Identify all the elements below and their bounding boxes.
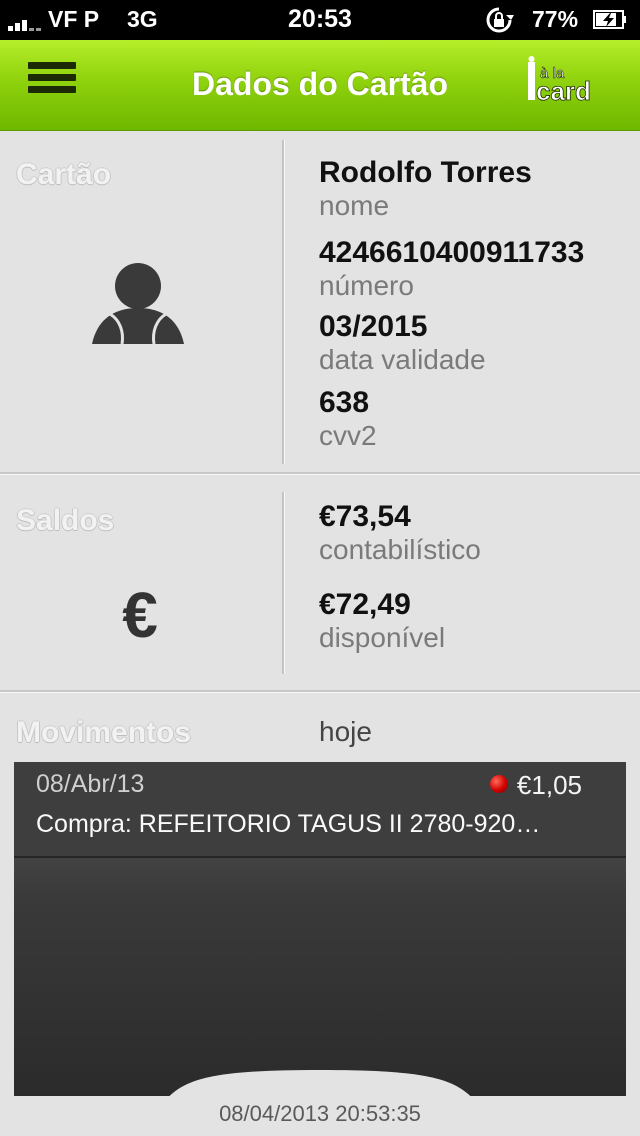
movements-list[interactable]: 08/Abr/13 €1,05 Compra: REFEITORIO TAGUS… xyxy=(14,762,626,1096)
accounting-balance-caption: contabilístico xyxy=(319,534,481,565)
battery-charging-icon xyxy=(593,10,626,29)
card-expiry: 03/2015 xyxy=(319,310,428,343)
available-balance: €72,49 xyxy=(319,588,411,621)
balances-section-label: Saldos xyxy=(16,504,115,537)
card-holder-name: Rodolfo Torres xyxy=(319,156,532,189)
battery-percent: 77% xyxy=(532,6,579,32)
nav-bar: Dados do Cartão à la card xyxy=(0,40,640,131)
card-expiry-caption: data validade xyxy=(319,344,486,375)
movement-description: Compra: REFEITORIO TAGUS II 2780-920… xyxy=(36,810,541,838)
card-number-caption: número xyxy=(319,270,414,301)
movements-filter[interactable]: hoje xyxy=(319,716,372,748)
status-bar: VF P 3G 20:53 77% xyxy=(0,0,640,40)
movement-amount: €1,05 xyxy=(516,770,582,800)
rotation-lock-icon xyxy=(486,7,514,33)
available-balance-caption: disponível xyxy=(319,622,446,653)
balances-divider xyxy=(282,492,285,674)
person-icon xyxy=(92,263,184,345)
card-cvv: 638 xyxy=(319,386,370,419)
list-item[interactable]: 08/Abr/13 €1,05 Compra: REFEITORIO TAGUS… xyxy=(14,762,626,858)
card-divider xyxy=(282,140,285,464)
status-dot-icon xyxy=(490,775,508,793)
pull-curve xyxy=(14,1070,626,1102)
ala-card-logo: à la card xyxy=(528,56,591,106)
section-divider xyxy=(0,690,640,693)
card-section-label: Cartão xyxy=(16,158,112,191)
euro-icon: € xyxy=(122,579,158,651)
accounting-balance: €73,54 xyxy=(319,500,411,533)
last-updated-timestamp: 08/04/2013 20:53:35 xyxy=(219,1101,421,1126)
svg-text:card: card xyxy=(536,76,591,106)
card-number: 4246610400911733 xyxy=(319,236,585,269)
movement-date: 08/Abr/13 xyxy=(36,770,145,798)
section-divider xyxy=(0,472,640,475)
card-holder-caption: nome xyxy=(319,190,390,221)
movements-section-label: Movimentos xyxy=(16,716,192,749)
card-cvv-caption: cvv2 xyxy=(319,420,377,451)
